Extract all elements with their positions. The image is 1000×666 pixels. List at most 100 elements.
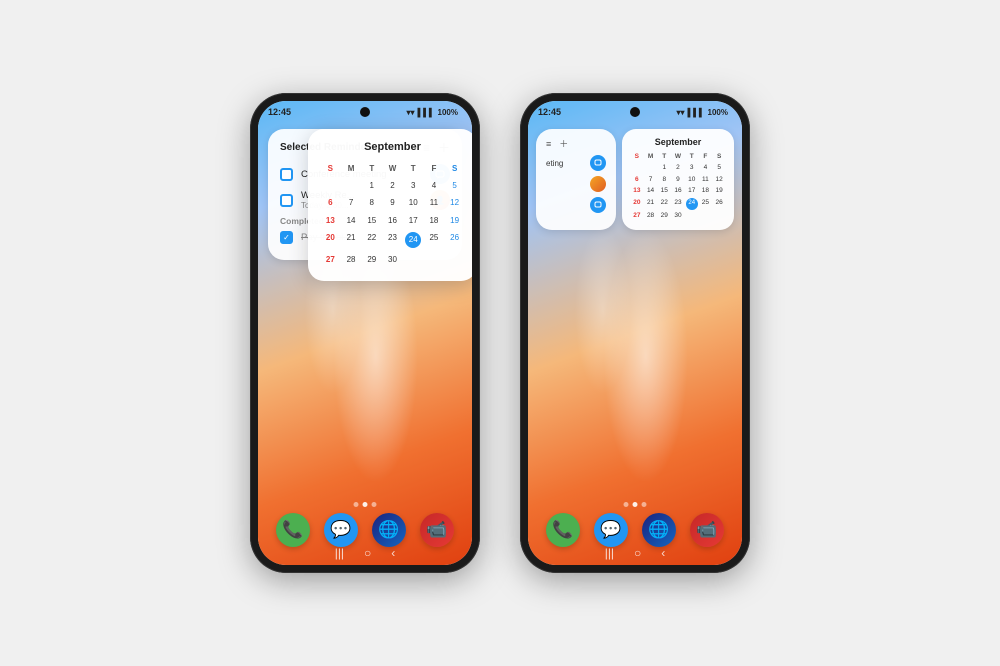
cal-w5-3[interactable]: 29 (361, 252, 382, 267)
cal-w2-7[interactable]: 12 (444, 195, 465, 210)
cal-w4-2[interactable]: 21 (341, 230, 362, 250)
r-dot-3 (642, 502, 647, 507)
cal-w4-7[interactable]: 26 (444, 230, 465, 250)
cal-w2-3[interactable]: 8 (361, 195, 382, 210)
dot-2 (363, 502, 368, 507)
cal-s-week-4: 20 21 22 23 24 25 26 (630, 198, 726, 210)
dot-1 (354, 502, 359, 507)
dock-video-left[interactable]: 📹 (420, 513, 454, 547)
cal-w5-2[interactable]: 28 (341, 252, 362, 267)
page-dots-left (354, 502, 377, 507)
status-icons-right: ▾▾ ▌▌▌ 100% (676, 108, 728, 117)
cal-w4-4[interactable]: 23 (382, 230, 403, 250)
time-right: 12:45 (538, 107, 561, 117)
compact-reminder-widget: ≡ ＋ eting (536, 129, 616, 230)
cal-w4-6[interactable]: 25 (424, 230, 445, 250)
dock-msg-right[interactable]: 💬 (594, 513, 628, 547)
cal-header-wed: W (382, 161, 403, 176)
compact-row-2 (546, 176, 606, 192)
right-phone: 12:45 ▾▾ ▌▌▌ 100% ≡ ＋ eting (520, 93, 750, 573)
dock-video-right[interactable]: 📹 (690, 513, 724, 547)
r-dot-1 (624, 502, 629, 507)
cal-week-4: 20 21 22 23 24 25 26 (320, 230, 465, 250)
cal-week-3: 13 14 15 16 17 18 19 (320, 213, 465, 228)
dock-msg-left[interactable]: 💬 (324, 513, 358, 547)
dock-browser-right[interactable]: 🌐 (642, 513, 676, 547)
calendar-popup: September S M T W T F S 1 2 (308, 129, 472, 281)
checkbox-completed-1[interactable]: ✓ (280, 231, 293, 244)
cal-w2-5[interactable]: 10 (403, 195, 424, 210)
cal-w3-3[interactable]: 15 (361, 213, 382, 228)
battery-icon: 100% (438, 108, 458, 117)
cal-week-1: 1 2 3 4 5 (320, 178, 465, 193)
cal-w5-5 (403, 252, 424, 267)
cal-w5-7 (444, 252, 465, 267)
nav-back-left[interactable]: ‹ (391, 546, 395, 560)
cal-w4-3[interactable]: 22 (361, 230, 382, 250)
nav-home-left[interactable]: ○ (364, 546, 371, 560)
cal-s-week-1: 1 2 3 4 5 (630, 163, 726, 173)
cal-w2-6[interactable]: 11 (424, 195, 445, 210)
cal-header-tue: T (361, 161, 382, 176)
cal-header-sun: S (320, 161, 341, 176)
cal-header-thu: T (403, 161, 424, 176)
compact-row-1: eting (546, 155, 606, 171)
compact-add-icon[interactable]: ＋ (559, 137, 568, 150)
cal-s-week-2: 6 7 8 9 10 11 12 (630, 175, 726, 185)
cal-w1-6[interactable]: 4 (424, 178, 445, 193)
wifi-icon: ▾▾ (406, 108, 414, 117)
camera-hole-right (630, 107, 640, 117)
left-phone: 12:45 ▾▾ ▌▌▌ 100% Selected Reminders ≡ ＋ (250, 93, 480, 573)
cal-w4-1[interactable]: 20 (320, 230, 341, 250)
compact-header-icons: ≡ ＋ (546, 137, 568, 150)
cal-w2-2[interactable]: 7 (341, 195, 362, 210)
compact-widget-header: ≡ ＋ (546, 137, 606, 150)
signal-icon: ▌▌▌ (418, 108, 435, 117)
compact-badge-3[interactable] (590, 197, 606, 213)
right-widgets: ≡ ＋ eting (536, 129, 734, 230)
nav-home-right[interactable]: ○ (634, 546, 641, 560)
dock-phone-right[interactable]: 📞 (546, 513, 580, 547)
dock-phone-left[interactable]: 📞 (276, 513, 310, 547)
status-icons-left: ▾▾ ▌▌▌ 100% (406, 108, 458, 117)
cal-w3-6[interactable]: 18 (424, 213, 445, 228)
cal-w2-4[interactable]: 9 (382, 195, 403, 210)
page-dots-right (624, 502, 647, 507)
cal-header-fri: F (424, 161, 445, 176)
cal-today[interactable]: 24 (403, 230, 424, 250)
cal-w2-1[interactable]: 6 (320, 195, 341, 210)
compact-avatar-2 (590, 176, 606, 192)
battery-icon-r: 100% (708, 108, 728, 117)
compact-text-1: eting (546, 159, 585, 168)
nav-recent-left[interactable]: ||| (335, 546, 344, 560)
cal-w3-7[interactable]: 19 (444, 213, 465, 228)
compact-list-icon[interactable]: ≡ (546, 139, 551, 149)
cal-week-5: 27 28 29 30 (320, 252, 465, 267)
calendar-widget-right: September S M T W T F S 1 2 3 (622, 129, 734, 230)
r-dot-2 (633, 502, 638, 507)
cal-w3-5[interactable]: 17 (403, 213, 424, 228)
compact-badge-1[interactable] (590, 155, 606, 171)
dot-3 (372, 502, 377, 507)
nav-back-right[interactable]: ‹ (661, 546, 665, 560)
nav-bar-left: ||| ○ ‹ (335, 546, 396, 560)
wifi-icon-r: ▾▾ (676, 108, 684, 117)
compact-row-3 (546, 197, 606, 213)
nav-recent-right[interactable]: ||| (605, 546, 614, 560)
cal-w1-4[interactable]: 2 (382, 178, 403, 193)
cal-w3-2[interactable]: 14 (341, 213, 362, 228)
dock-browser-left[interactable]: 🌐 (372, 513, 406, 547)
calendar-grid: S M T W T F S 1 2 3 4 5 (320, 161, 465, 267)
cal-w3-1[interactable]: 13 (320, 213, 341, 228)
cal-w5-4[interactable]: 30 (382, 252, 403, 267)
cal-w1-7[interactable]: 5 (444, 178, 465, 193)
cal-w5-1[interactable]: 27 (320, 252, 341, 267)
calendar-month: September (320, 141, 465, 153)
cal-small-header: S M T W T F S (630, 152, 726, 162)
cal-w1-3[interactable]: 1 (361, 178, 382, 193)
cal-w3-4[interactable]: 16 (382, 213, 403, 228)
checkbox-1[interactable] (280, 168, 293, 181)
cal-w1-5[interactable]: 3 (403, 178, 424, 193)
checkbox-2[interactable] (280, 194, 293, 207)
cal-header-row: S M T W T F S (320, 161, 465, 176)
